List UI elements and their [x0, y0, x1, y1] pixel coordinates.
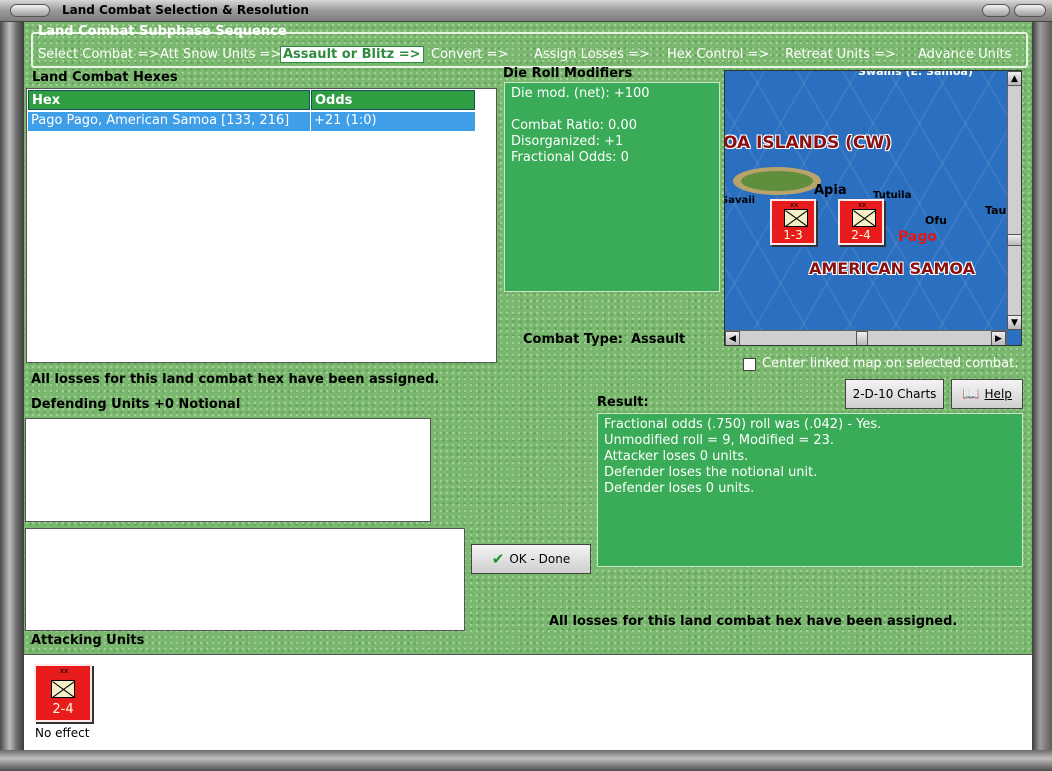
step-hex-control[interactable]: Hex Control => — [667, 47, 769, 62]
result-line: Defender loses 0 units. — [604, 481, 755, 496]
map-unit-counter[interactable]: xx 1-3 — [770, 199, 816, 245]
infantry-symbol — [51, 680, 75, 698]
book-icon: 📖 — [962, 386, 980, 402]
scroll-right-icon[interactable]: ▶ — [991, 331, 1006, 345]
scroll-thumb-horizontal[interactable] — [856, 331, 868, 345]
modifier-line: Disorganized: +1 — [511, 134, 624, 149]
attacking-units-label: Attacking Units — [31, 633, 145, 648]
result-line: Defender loses the notional unit. — [604, 465, 818, 480]
dialog-content: Land Combat Subphase Sequence Select Com… — [24, 22, 1032, 750]
checkmark-icon: ✔ — [491, 550, 505, 568]
window-frame-right — [1032, 22, 1052, 771]
modifiers-label: Die Roll Modifiers — [503, 66, 633, 81]
map-label-samoa-islands: OA ISLANDS (CW) — [724, 133, 892, 153]
center-linked-label[interactable]: Center linked map on selected combat. — [762, 356, 1018, 371]
map-label-apia: Apia — [814, 183, 847, 198]
defending-units-list[interactable] — [25, 418, 431, 522]
step-assign-losses[interactable]: Assign Losses => — [534, 47, 650, 62]
combat-type-value: Assault — [631, 332, 686, 347]
help-button-label: Help — [984, 387, 1012, 401]
unit-value: 2-4 — [851, 228, 871, 242]
attacking-unit-counter[interactable]: xx 2-4 — [34, 664, 92, 722]
window-title: Land Combat Selection & Resolution — [62, 3, 309, 17]
scroll-left-icon[interactable]: ◀ — [725, 331, 740, 345]
map-label-tau: Tau — [985, 204, 1007, 217]
subphase-title: Land Combat Subphase Sequence — [38, 24, 287, 39]
result-line: Fractional odds (.750) roll was (.042) -… — [604, 417, 882, 432]
result-label: Result: — [597, 395, 649, 410]
minimize-icon[interactable] — [982, 4, 1010, 17]
hexes-list[interactable]: Hex Odds Pago Pago, American Samoa [133,… — [26, 88, 497, 363]
center-linked-checkbox[interactable] — [743, 358, 756, 371]
map-vertical-scrollbar[interactable] — [1007, 71, 1021, 330]
unit-size: xx — [60, 667, 69, 675]
losses-assigned-top: All losses for this land combat hex have… — [31, 372, 440, 387]
map-unit-counter[interactable]: xx 2-4 — [838, 199, 884, 245]
result-line: Attacker loses 0 units. — [604, 449, 749, 464]
map-label-ofu: Ofu — [925, 214, 947, 227]
notional-units-list[interactable] — [25, 528, 465, 631]
modifier-line: Fractional Odds: 0 — [511, 150, 629, 165]
unit-size: xx — [858, 201, 867, 209]
result-line: Unmodified roll = 9, Modified = 23. — [604, 433, 835, 448]
infantry-symbol — [784, 209, 808, 227]
scroll-up-icon[interactable]: ▲ — [1007, 71, 1021, 86]
losses-assigned-bottom: All losses for this land combat hex have… — [549, 614, 958, 629]
ok-done-button[interactable]: ✔ OK - Done — [471, 544, 591, 574]
modifier-line: Die mod. (net): +100 — [511, 86, 650, 101]
map-label-swains: Swains (E. Samoa) — [858, 70, 973, 78]
window-frame-left — [0, 22, 24, 771]
window-titlebar[interactable]: Land Combat Selection & Resolution — [0, 0, 1052, 22]
result-panel: Fractional odds (.750) roll was (.042) -… — [597, 413, 1023, 567]
step-convert[interactable]: Convert => — [431, 47, 508, 62]
column-header-odds[interactable]: Odds — [311, 90, 475, 110]
step-att-snow-units[interactable]: Att Snow Units => — [160, 47, 281, 62]
scroll-down-icon[interactable]: ▼ — [1007, 315, 1021, 330]
infantry-symbol — [852, 209, 876, 227]
map-label-american-samoa: AMERICAN SAMOA — [809, 259, 975, 278]
map-label-savaii: Savaii — [724, 195, 756, 206]
unit-size: xx — [790, 201, 799, 209]
close-icon[interactable] — [1014, 4, 1046, 17]
help-button[interactable]: 📖 Help — [951, 379, 1023, 409]
window-menu-icon[interactable] — [10, 4, 50, 17]
column-header-hex[interactable]: Hex — [28, 90, 310, 110]
hexes-label: Land Combat Hexes — [32, 70, 178, 85]
attacking-units-list[interactable]: xx 2-4 No effect — [24, 654, 1032, 750]
combat-type-label: Combat Type: — [523, 332, 623, 347]
modifier-line — [511, 102, 713, 118]
step-assault-or-blitz[interactable]: Assault or Blitz => — [280, 46, 424, 63]
charts-button[interactable]: 2-D-10 Charts — [845, 379, 944, 409]
defending-units-label: Defending Units +0 Notional — [31, 397, 241, 412]
unit-value: 1-3 — [783, 228, 803, 242]
map-label-pago: Pago — [898, 229, 937, 245]
ok-button-label: OK - Done — [509, 552, 571, 566]
table-row-hex[interactable]: Pago Pago, American Samoa [133, 216] — [28, 112, 310, 131]
window-frame-bottom — [0, 750, 1052, 771]
linked-map[interactable]: Swains (E. Samoa) OA ISLANDS (CW) Apia S… — [724, 70, 1022, 346]
attacking-unit-status: No effect — [35, 726, 90, 740]
charts-button-label: 2-D-10 Charts — [852, 387, 937, 401]
modifiers-panel: Die mod. (net): +100 Combat Ratio: 0.00 … — [504, 82, 720, 292]
unit-value: 2-4 — [52, 702, 74, 717]
table-row-odds[interactable]: +21 (1:0) — [311, 112, 475, 131]
step-select-combat[interactable]: Select Combat => — [38, 47, 159, 62]
scroll-thumb-vertical[interactable] — [1007, 234, 1021, 246]
modifier-line: Combat Ratio: 0.00 — [511, 118, 637, 133]
step-retreat-units[interactable]: Retreat Units => — [785, 47, 896, 62]
step-advance-units[interactable]: Advance Units — [918, 47, 1011, 62]
